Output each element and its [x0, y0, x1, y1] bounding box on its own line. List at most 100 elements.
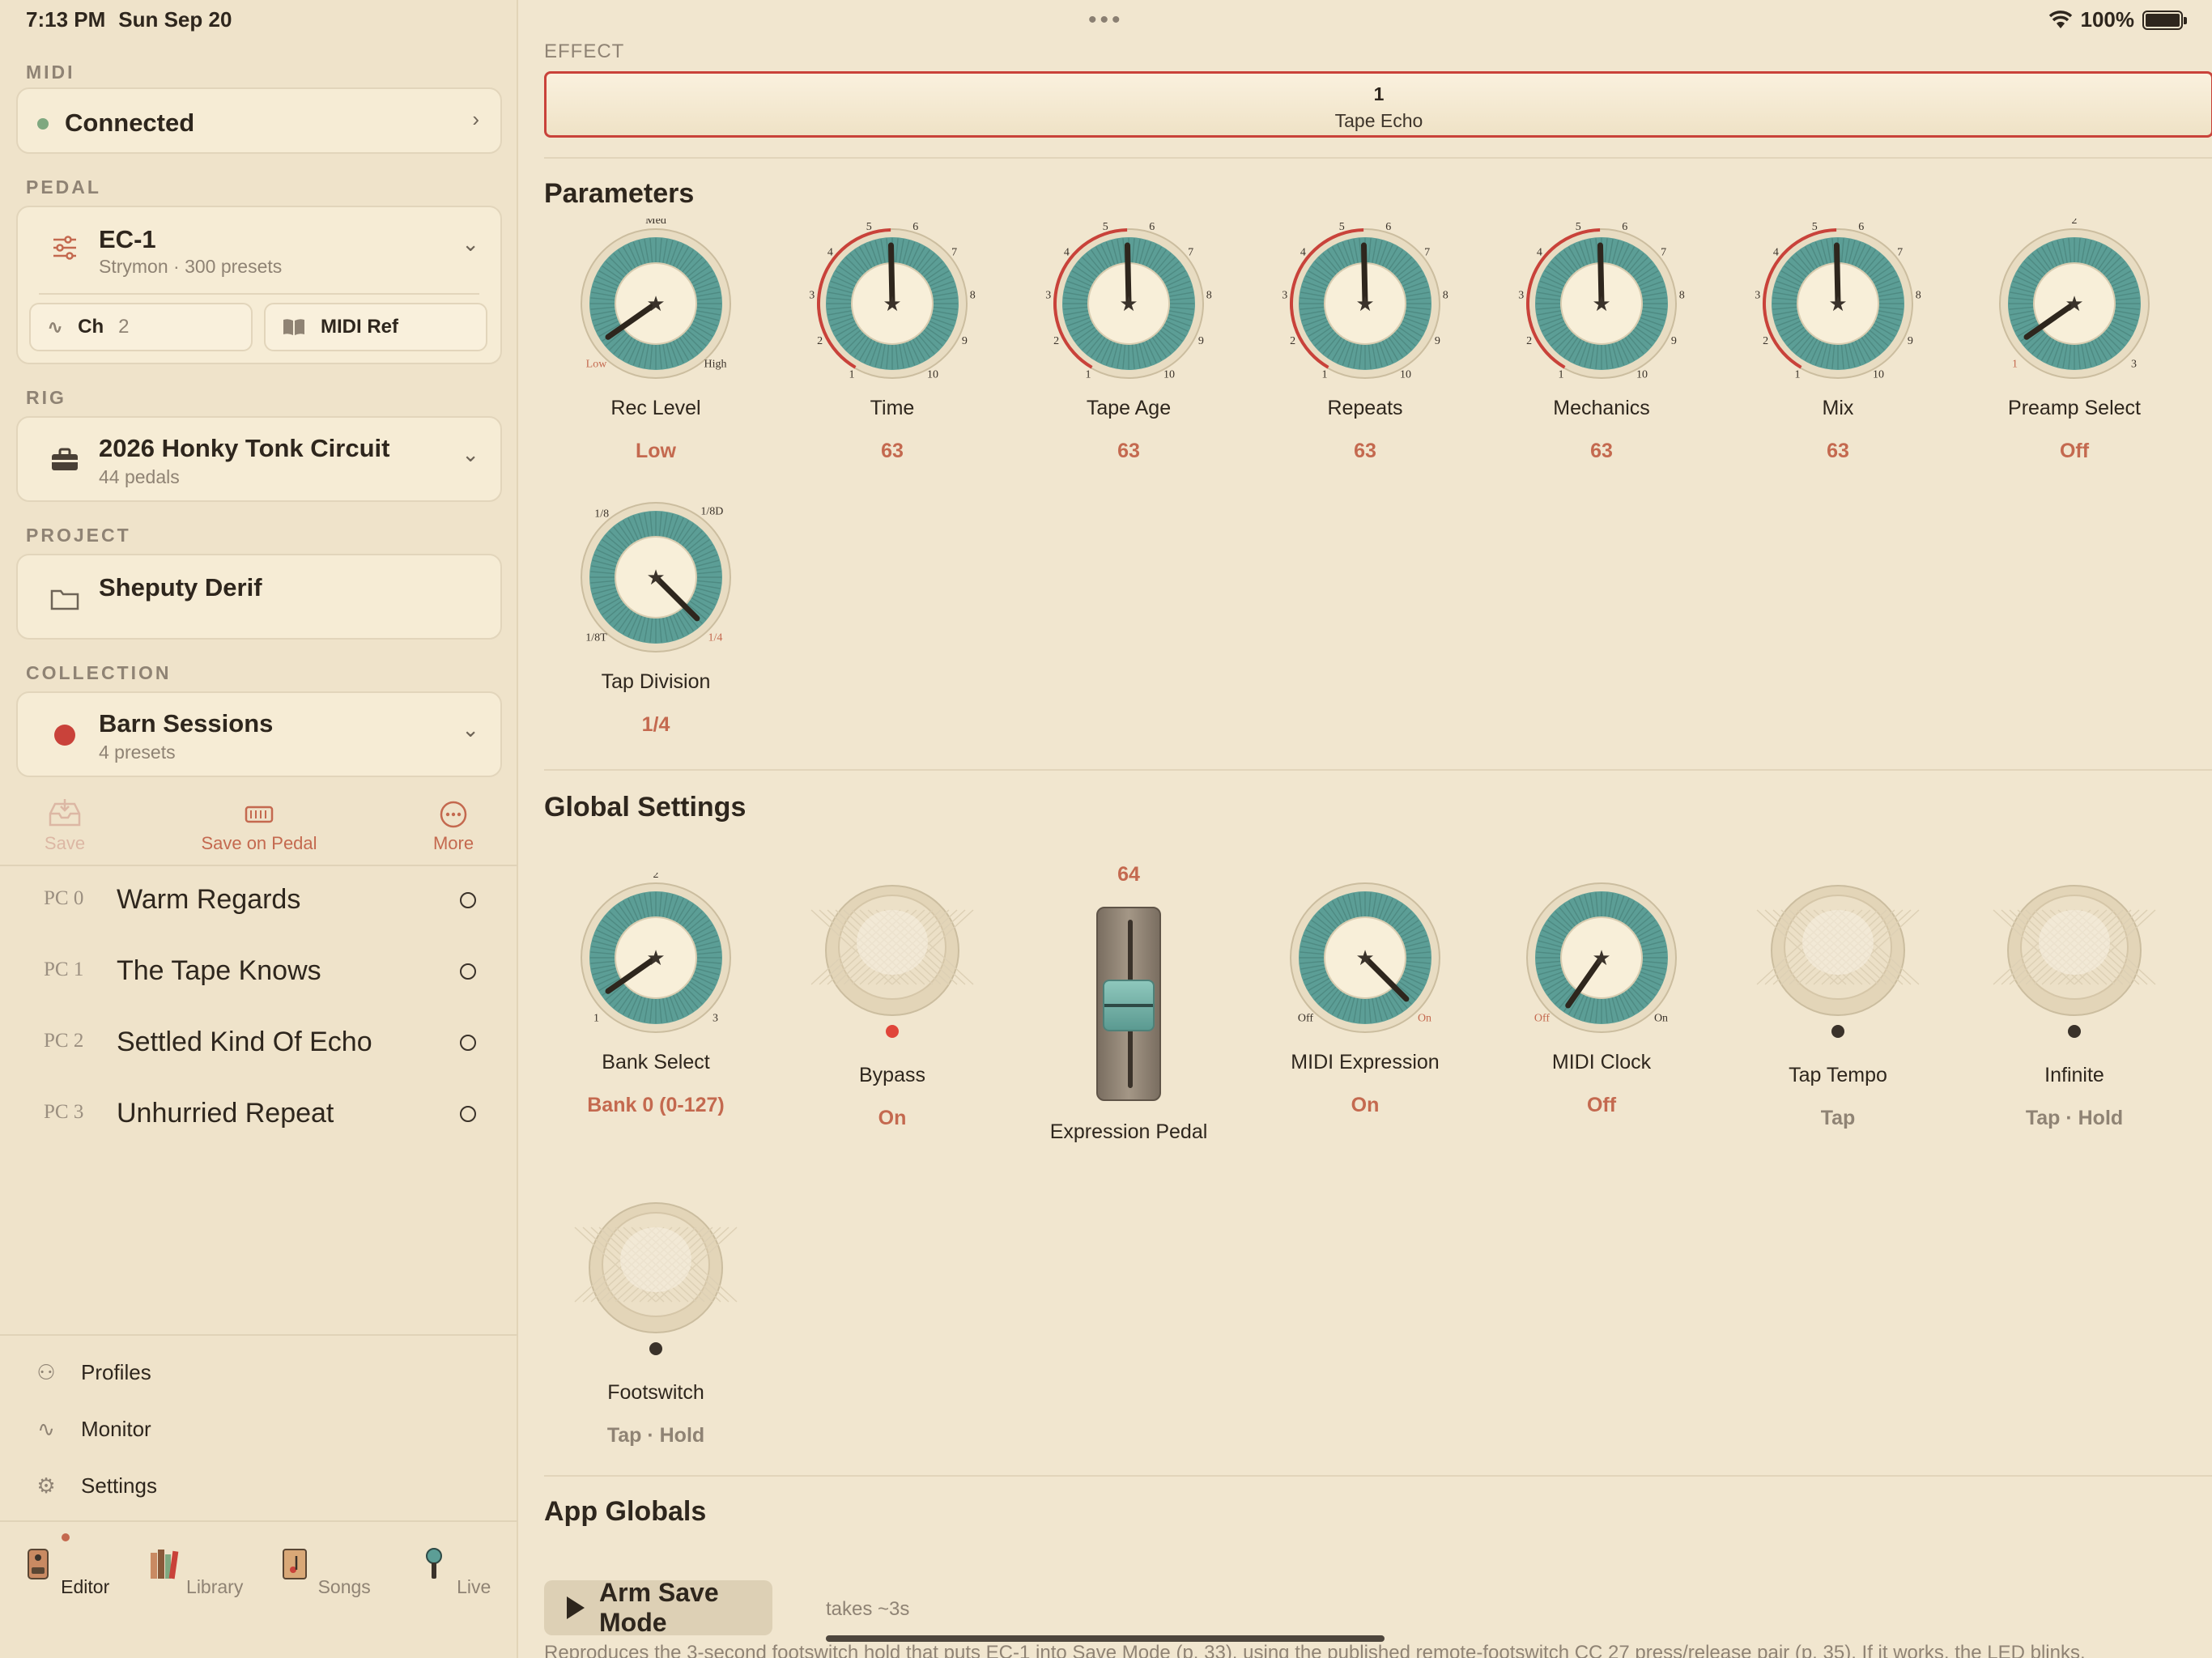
midi-clock-scale-label: Off	[1534, 1013, 1551, 1025]
horizontal-scrollbar[interactable]	[826, 1635, 1385, 1642]
sidebar-item-monitor[interactable]: ∿ Monitor	[0, 1401, 518, 1457]
svg-text:★: ★	[1592, 946, 1610, 971]
tap-division-value: 1/4	[641, 713, 670, 736]
midi-clock-scale-label: On	[1654, 1013, 1668, 1025]
preset-row[interactable]: PC 0 Warm Regards	[0, 866, 518, 937]
mix-scale-label: 6	[1858, 221, 1864, 233]
infinite-value: Tap · Hold	[2025, 1107, 2124, 1129]
mix-scale-label: 3	[1755, 289, 1760, 301]
bank-select-scale-label: 2	[653, 873, 659, 881]
midi-ref-button[interactable]: MIDI Ref	[264, 303, 487, 351]
tape-age-scale-label: 10	[1163, 369, 1175, 381]
save-on-pedal-button[interactable]: Save on Pedal	[178, 797, 340, 854]
tape-age-scale-label: 3	[1045, 289, 1051, 301]
tab-songs[interactable]: Songs	[267, 1546, 381, 1598]
channel-button[interactable]: ∿ Ch 2	[29, 303, 253, 351]
more-button[interactable]: More	[405, 797, 502, 854]
rig-selector[interactable]: 2026 Honky Tonk Circuit 44 pedals ⌄	[16, 416, 502, 502]
status-bar: 7:13 PM Sun Sep 20 ••• 100%	[0, 0, 2212, 39]
preset-row[interactable]: PC 2 Settled Kind Of Echo	[0, 1009, 518, 1080]
time-scale-label: 1	[849, 369, 855, 381]
tap-division-knob[interactable]: ★ 1/8T 1/8 1/8D 1/4	[571, 492, 741, 662]
gear-icon: ⚙	[36, 1473, 56, 1498]
tape-age-scale-label: 2	[1053, 335, 1059, 347]
sidebar-item-settings[interactable]: ⚙ Settings	[0, 1457, 518, 1514]
midi-connection-card[interactable]: Connected ›	[16, 87, 502, 154]
briefcase-icon	[50, 445, 79, 474]
project-selector[interactable]: Sheputy Derif	[16, 554, 502, 640]
mechanics-scale-label: 9	[1671, 335, 1677, 347]
collection-section-label: COLLECTION	[26, 662, 172, 683]
mechanics-knob[interactable]: ★ 1 2 3 4 5 6 7 8 9 10	[1516, 219, 1687, 389]
expression-pedal-label: Expression Pedal	[1049, 1120, 1208, 1143]
time-scale-label: 3	[809, 289, 815, 301]
time-control: ★ 1 2 3 4 5 6 7 8 9 10 Time 63	[787, 219, 998, 463]
book-icon	[283, 319, 304, 335]
bank-select-knob[interactable]: ★ 1 2 3	[571, 873, 741, 1043]
repeats-knob[interactable]: ★ 1 2 3 4 5 6 7 8 9 10	[1280, 219, 1450, 389]
expression-pedal-fader[interactable]	[1096, 907, 1161, 1101]
midi-expression-knob[interactable]: ★ Off On	[1280, 873, 1450, 1043]
collection-selector[interactable]: Barn Sessions 4 presets ⌄	[16, 691, 502, 777]
multitask-icon[interactable]: •••	[1088, 6, 1124, 34]
preset-row[interactable]: PC 1 The Tape Knows	[0, 937, 518, 1009]
chevron-down-icon: ⌄	[462, 232, 479, 256]
mix-knob[interactable]: ★ 1 2 3 4 5 6 7 8 9 10	[1753, 219, 1923, 389]
preset-row[interactable]: PC 3 Unhurried Repeat	[0, 1080, 518, 1151]
mechanics-control: ★ 1 2 3 4 5 6 7 8 9 10 Mechanics 63	[1496, 219, 1707, 463]
infinite-led	[2068, 1025, 2081, 1038]
bypass-footswitch[interactable]	[807, 873, 977, 1043]
tap-tempo-footswitch[interactable]	[1753, 873, 1923, 1043]
preamp-select-value: Off	[2059, 440, 2090, 462]
mix-scale-label: 9	[1908, 335, 1913, 347]
global-settings-title: Global Settings	[544, 792, 747, 823]
effect-selector[interactable]: 1 Tape Echo	[544, 71, 2212, 138]
preset-select-circle[interactable]	[460, 1035, 476, 1051]
preset-select-circle[interactable]	[460, 1106, 476, 1122]
tab-editor[interactable]: Editor	[8, 1546, 121, 1598]
fader-cap[interactable]	[1103, 980, 1155, 1031]
divider	[39, 293, 479, 295]
time-knob[interactable]: ★ 1 2 3 4 5 6 7 8 9 10	[807, 219, 977, 389]
preset-select-circle[interactable]	[460, 892, 476, 908]
project-name: Sheputy Derif	[99, 573, 262, 602]
rec-level-label: Rec Level	[610, 397, 701, 419]
tab-live[interactable]: Live	[397, 1546, 510, 1598]
rec-level-value: Low	[636, 440, 676, 462]
rec-level-knob[interactable]: ★ Low Med High	[571, 219, 741, 389]
svg-text:★: ★	[646, 566, 665, 590]
arm-save-mode-button[interactable]: Arm Save Mode	[544, 1578, 772, 1637]
midi-clock-knob[interactable]: ★ Off On	[1516, 873, 1687, 1043]
infinite-label: Infinite	[2044, 1064, 2104, 1086]
save-mode-description: Reproduces the 3-second footswitch hold …	[544, 1642, 2086, 1658]
tab-library[interactable]: Library	[138, 1546, 251, 1598]
collection-subtitle: 4 presets	[99, 742, 176, 763]
midi-expression-scale-label: Off	[1298, 1013, 1314, 1025]
tape-age-knob[interactable]: ★ 1 2 3 4 5 6 7 8 9 10	[1044, 219, 1214, 389]
footswitch[interactable]	[571, 1190, 741, 1360]
mechanics-scale-label: 5	[1576, 221, 1581, 233]
svg-text:★: ★	[1592, 292, 1610, 317]
preamp-select-control: ★ 1 2 3 Preamp Select Off	[1969, 219, 2180, 463]
infinite-footswitch[interactable]	[1989, 873, 2159, 1043]
svg-text:★: ★	[1119, 292, 1138, 317]
tap-tempo-label: Tap Tempo	[1789, 1064, 1887, 1086]
pedal-selector[interactable]: EC-1 Strymon · 300 presets ⌄	[18, 207, 500, 293]
preset-name: Settled Kind Of Echo	[117, 1027, 372, 1057]
svg-text:★: ★	[883, 292, 901, 317]
sidebar-item-profiles[interactable]: ⚇ Profiles	[0, 1344, 518, 1401]
preamp-select-scale-label: 3	[2131, 359, 2137, 371]
preamp-select-knob[interactable]: ★ 1 2 3	[1989, 219, 2159, 389]
ellipsis-circle-icon	[440, 801, 467, 828]
time-value: 63	[881, 440, 904, 462]
collection-color-dot	[50, 721, 79, 750]
repeats-scale-label: 3	[1282, 289, 1287, 301]
save-button[interactable]: Save	[16, 797, 113, 854]
tape-age-scale-label: 8	[1206, 289, 1212, 301]
mix-scale-label: 7	[1897, 247, 1903, 259]
preset-select-circle[interactable]	[460, 963, 476, 980]
editor-icon	[27, 1549, 49, 1579]
svg-text:★: ★	[646, 292, 665, 317]
rig-section-label: RIG	[26, 387, 66, 408]
bypass-led	[886, 1025, 899, 1038]
